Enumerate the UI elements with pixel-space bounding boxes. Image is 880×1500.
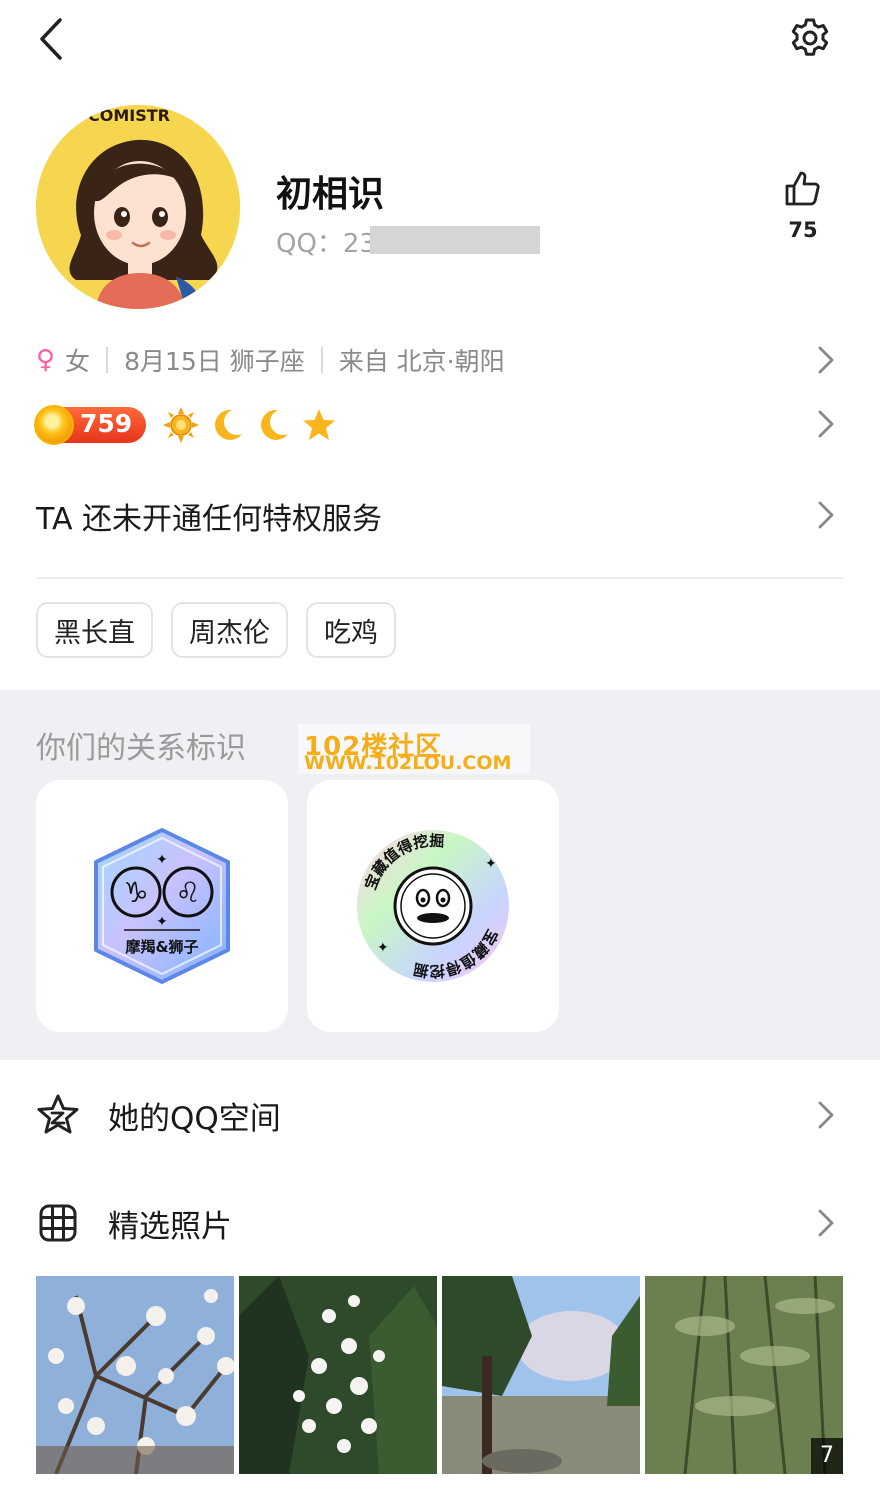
- top-bar: [0, 0, 880, 80]
- svg-text:✦: ✦: [156, 852, 168, 868]
- star-icon: [303, 409, 335, 440]
- treasure-badge-icon: 宝藏值得挖掘 宝藏值得挖掘 ✦ ✦: [357, 830, 509, 982]
- like-button[interactable]: 75: [772, 168, 834, 242]
- female-icon: ♀: [36, 345, 56, 375]
- zodiac-badge-label: 摩羯&狮子: [125, 938, 198, 956]
- like-count: 75: [788, 218, 818, 242]
- back-arrow-icon[interactable]: [30, 14, 74, 64]
- svg-text:♌: ♌: [175, 876, 200, 909]
- divider: [36, 577, 844, 579]
- featured-photos-label: 精选照片: [108, 1208, 232, 1245]
- location-text: 来自 北京·朝阳: [338, 347, 505, 376]
- basic-info-row[interactable]: ♀ 女 8月15日 狮子座 来自 北京·朝阳: [36, 338, 844, 382]
- separator: [320, 347, 323, 373]
- qq-number: QQ：23: [276, 229, 377, 259]
- relationship-title: 你们的关系标识: [36, 731, 246, 766]
- chevron-right-icon: [818, 346, 834, 374]
- privilege-text: TA 还未开通任何特权服务: [36, 502, 383, 537]
- chevron-right-icon: [818, 1209, 834, 1237]
- interest-tags: 黑长直 周杰伦 吃鸡: [36, 602, 396, 658]
- level-row[interactable]: 759: [34, 402, 844, 448]
- avatar[interactable]: COMISTR: [36, 105, 240, 309]
- qzone-label: 她的QQ空间: [108, 1100, 281, 1137]
- birthday-text: 8月15日 狮子座: [124, 347, 305, 376]
- relationship-section: 你们的关系标识 102楼社区 WWW.102LOU.COM ♑ ♌ ✦ ✦ 摩羯…: [0, 690, 880, 1060]
- gender-text: 女: [65, 347, 91, 376]
- watermark: 102楼社区 WWW.102LOU.COM: [298, 724, 530, 774]
- coin-icon: [34, 405, 74, 445]
- moon-icon: [261, 409, 288, 440]
- svg-text:✦: ✦: [485, 856, 497, 872]
- photo-count-badge: 7: [811, 1438, 843, 1474]
- coin-badge: 759: [34, 405, 146, 445]
- svg-text:♑: ♑: [123, 876, 148, 909]
- photo-thumbnail[interactable]: [442, 1276, 640, 1474]
- watermark-url: WWW.102LOU.COM: [304, 752, 512, 774]
- avatar-shirt-text: COMISTR: [88, 106, 170, 125]
- svg-text:✦: ✦: [377, 940, 389, 956]
- tag[interactable]: 吃鸡: [306, 602, 396, 658]
- gear-icon[interactable]: [786, 14, 834, 62]
- zodiac-badge-card[interactable]: ♑ ♌ ✦ ✦ 摩羯&狮子: [36, 780, 288, 1032]
- chevron-right-icon: [818, 1101, 834, 1129]
- sun-icon: [163, 407, 199, 443]
- tag[interactable]: 周杰伦: [171, 602, 288, 658]
- featured-photos-row[interactable]: 精选照片: [36, 1193, 844, 1253]
- moon-icon: [215, 409, 242, 440]
- qzone-row[interactable]: 她的QQ空间: [36, 1085, 844, 1145]
- svg-text:✦: ✦: [156, 914, 168, 930]
- treasure-badge-card[interactable]: 宝藏值得挖掘 宝藏值得挖掘 ✦ ✦: [307, 780, 559, 1032]
- level-icons: [162, 406, 338, 444]
- qq-number-mask: [370, 226, 540, 254]
- photo-strip: 7: [36, 1276, 843, 1474]
- tag[interactable]: 黑长直: [36, 602, 153, 658]
- chevron-right-icon: [818, 410, 834, 438]
- coin-count: 759: [80, 409, 133, 438]
- thumbs-up-icon: [785, 171, 820, 206]
- separator: [106, 347, 109, 373]
- photo-thumbnail[interactable]: 7: [645, 1276, 843, 1474]
- chevron-right-icon: [818, 501, 834, 529]
- photo-thumbnail[interactable]: [36, 1276, 234, 1474]
- grid-icon: [39, 1204, 77, 1242]
- qzone-star-icon: [37, 1094, 79, 1134]
- zodiac-badge-icon: ♑ ♌ ✦ ✦ 摩羯&狮子: [94, 828, 230, 984]
- privilege-row[interactable]: TA 还未开通任何特权服务: [36, 490, 844, 540]
- nickname: 初相识: [276, 174, 385, 215]
- photo-thumbnail[interactable]: [239, 1276, 437, 1474]
